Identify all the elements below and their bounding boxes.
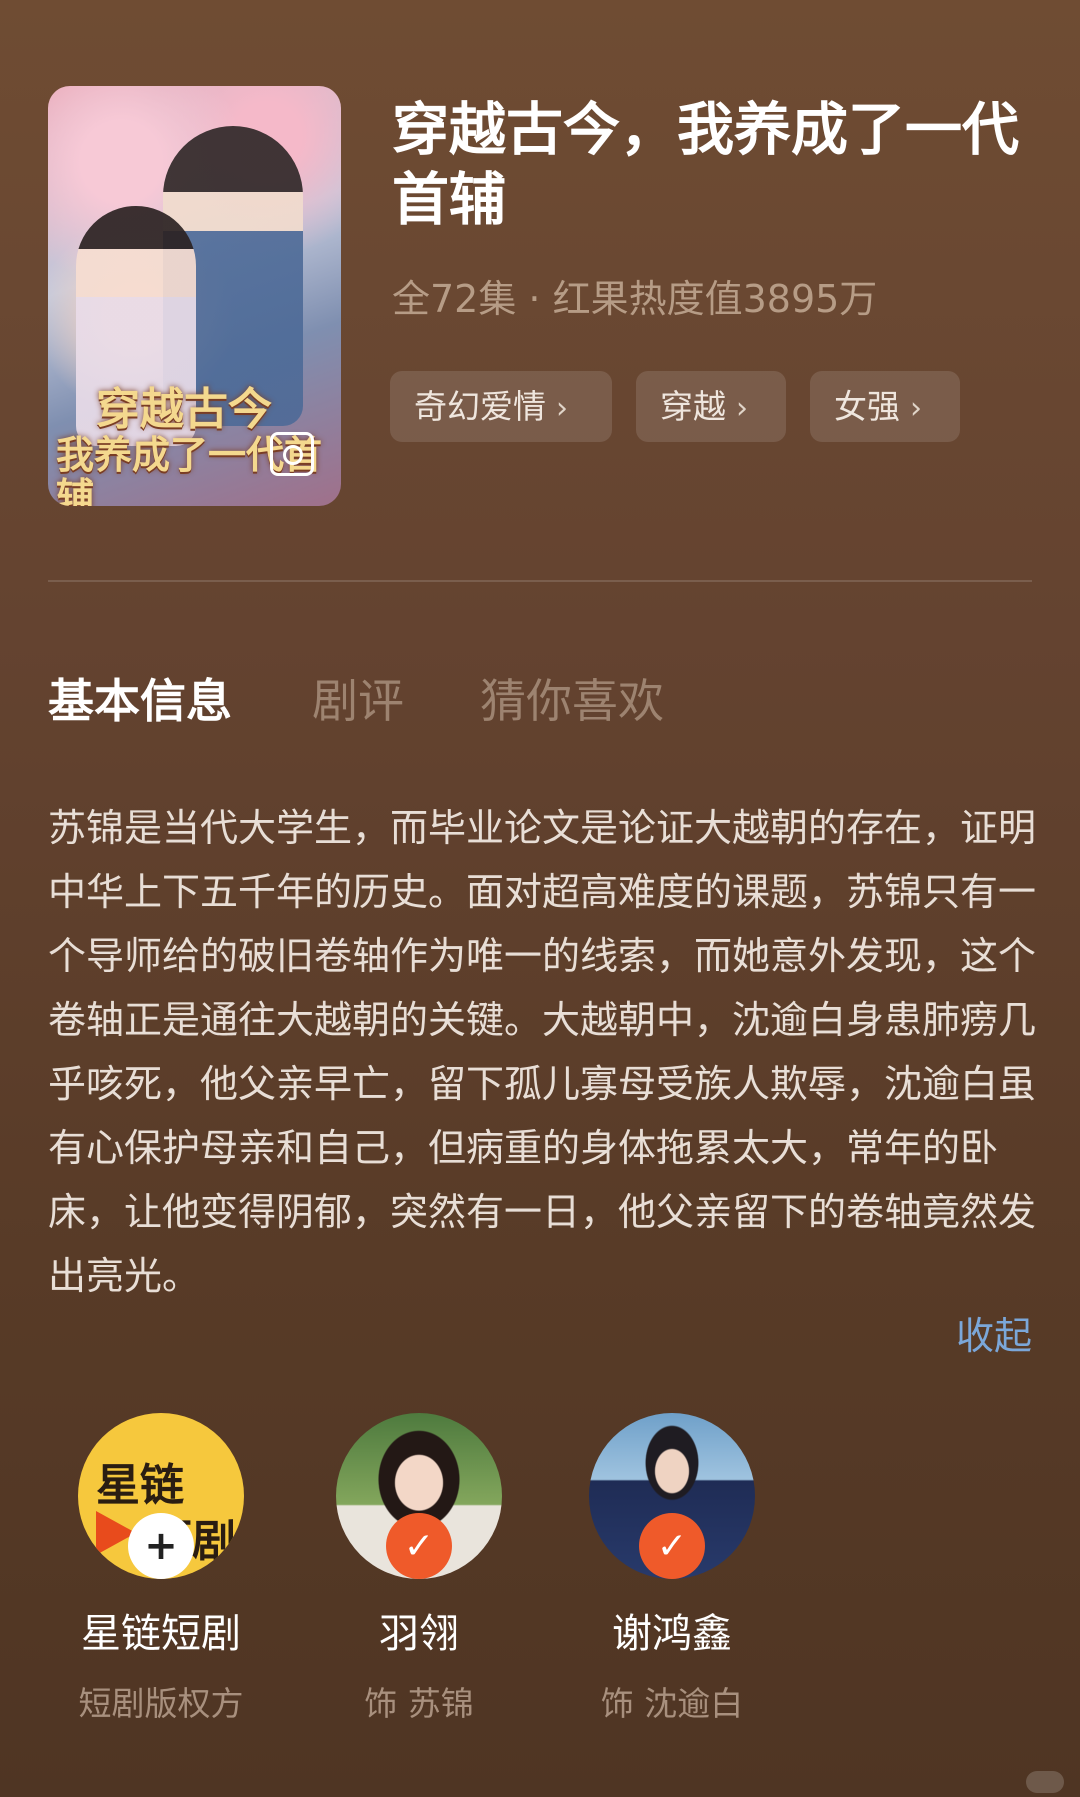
cast-item-studio[interactable]: 星链 短剧 + 星链短剧 短剧版权方	[51, 1413, 271, 1725]
cast-name: 星链短剧	[81, 1611, 241, 1657]
cast-item-actor[interactable]: ✓ 谢鸿鑫 饰 沈逾白	[562, 1413, 782, 1725]
tag-fantasy-romance[interactable]: 奇幻爱情 ›	[390, 371, 612, 442]
plus-icon[interactable]: +	[128, 1513, 194, 1579]
cast-role: 饰 沈逾白	[600, 1684, 744, 1723]
tab-reviews[interactable]: 剧评	[312, 665, 404, 731]
drama-title: 穿越古今，我养成了一代首辅	[392, 97, 1019, 233]
cast-role: 饰 苏锦	[364, 1684, 474, 1723]
collapse-button[interactable]: 收起	[956, 1305, 1032, 1360]
drama-poster[interactable]: 穿越古今 我养成了一代首辅	[48, 86, 341, 506]
drama-meta: 全72集 · 红果热度值3895万	[392, 277, 878, 321]
tab-basic-info[interactable]: 基本信息	[48, 665, 232, 731]
check-icon[interactable]: ✓	[386, 1513, 452, 1579]
divider	[48, 580, 1032, 582]
tag-time-travel[interactable]: 穿越 ›	[636, 371, 786, 442]
watermark-badge	[1026, 1771, 1064, 1793]
cast-item-actress[interactable]: ✓ 羽翎 饰 苏锦	[309, 1413, 529, 1725]
cast-name: 谢鸿鑫	[612, 1611, 732, 1657]
chevron-right-icon: ›	[910, 391, 922, 426]
cast-role: 短剧版权方	[78, 1684, 244, 1723]
cast-name: 羽翎	[379, 1611, 459, 1657]
chevron-right-icon: ›	[736, 391, 748, 426]
tag-strong-heroine[interactable]: 女强 ›	[810, 371, 960, 442]
check-icon[interactable]: ✓	[639, 1513, 705, 1579]
tab-recommendations[interactable]: 猜你喜欢	[480, 665, 664, 731]
chevron-right-icon: ›	[556, 391, 568, 426]
synopsis-text: 苏锦是当代大学生，而毕业论文是论证大越朝的存在，证明中华上下五千年的历史。面对超…	[48, 806, 1037, 1298]
poster-gallery-icon[interactable]	[270, 432, 314, 476]
